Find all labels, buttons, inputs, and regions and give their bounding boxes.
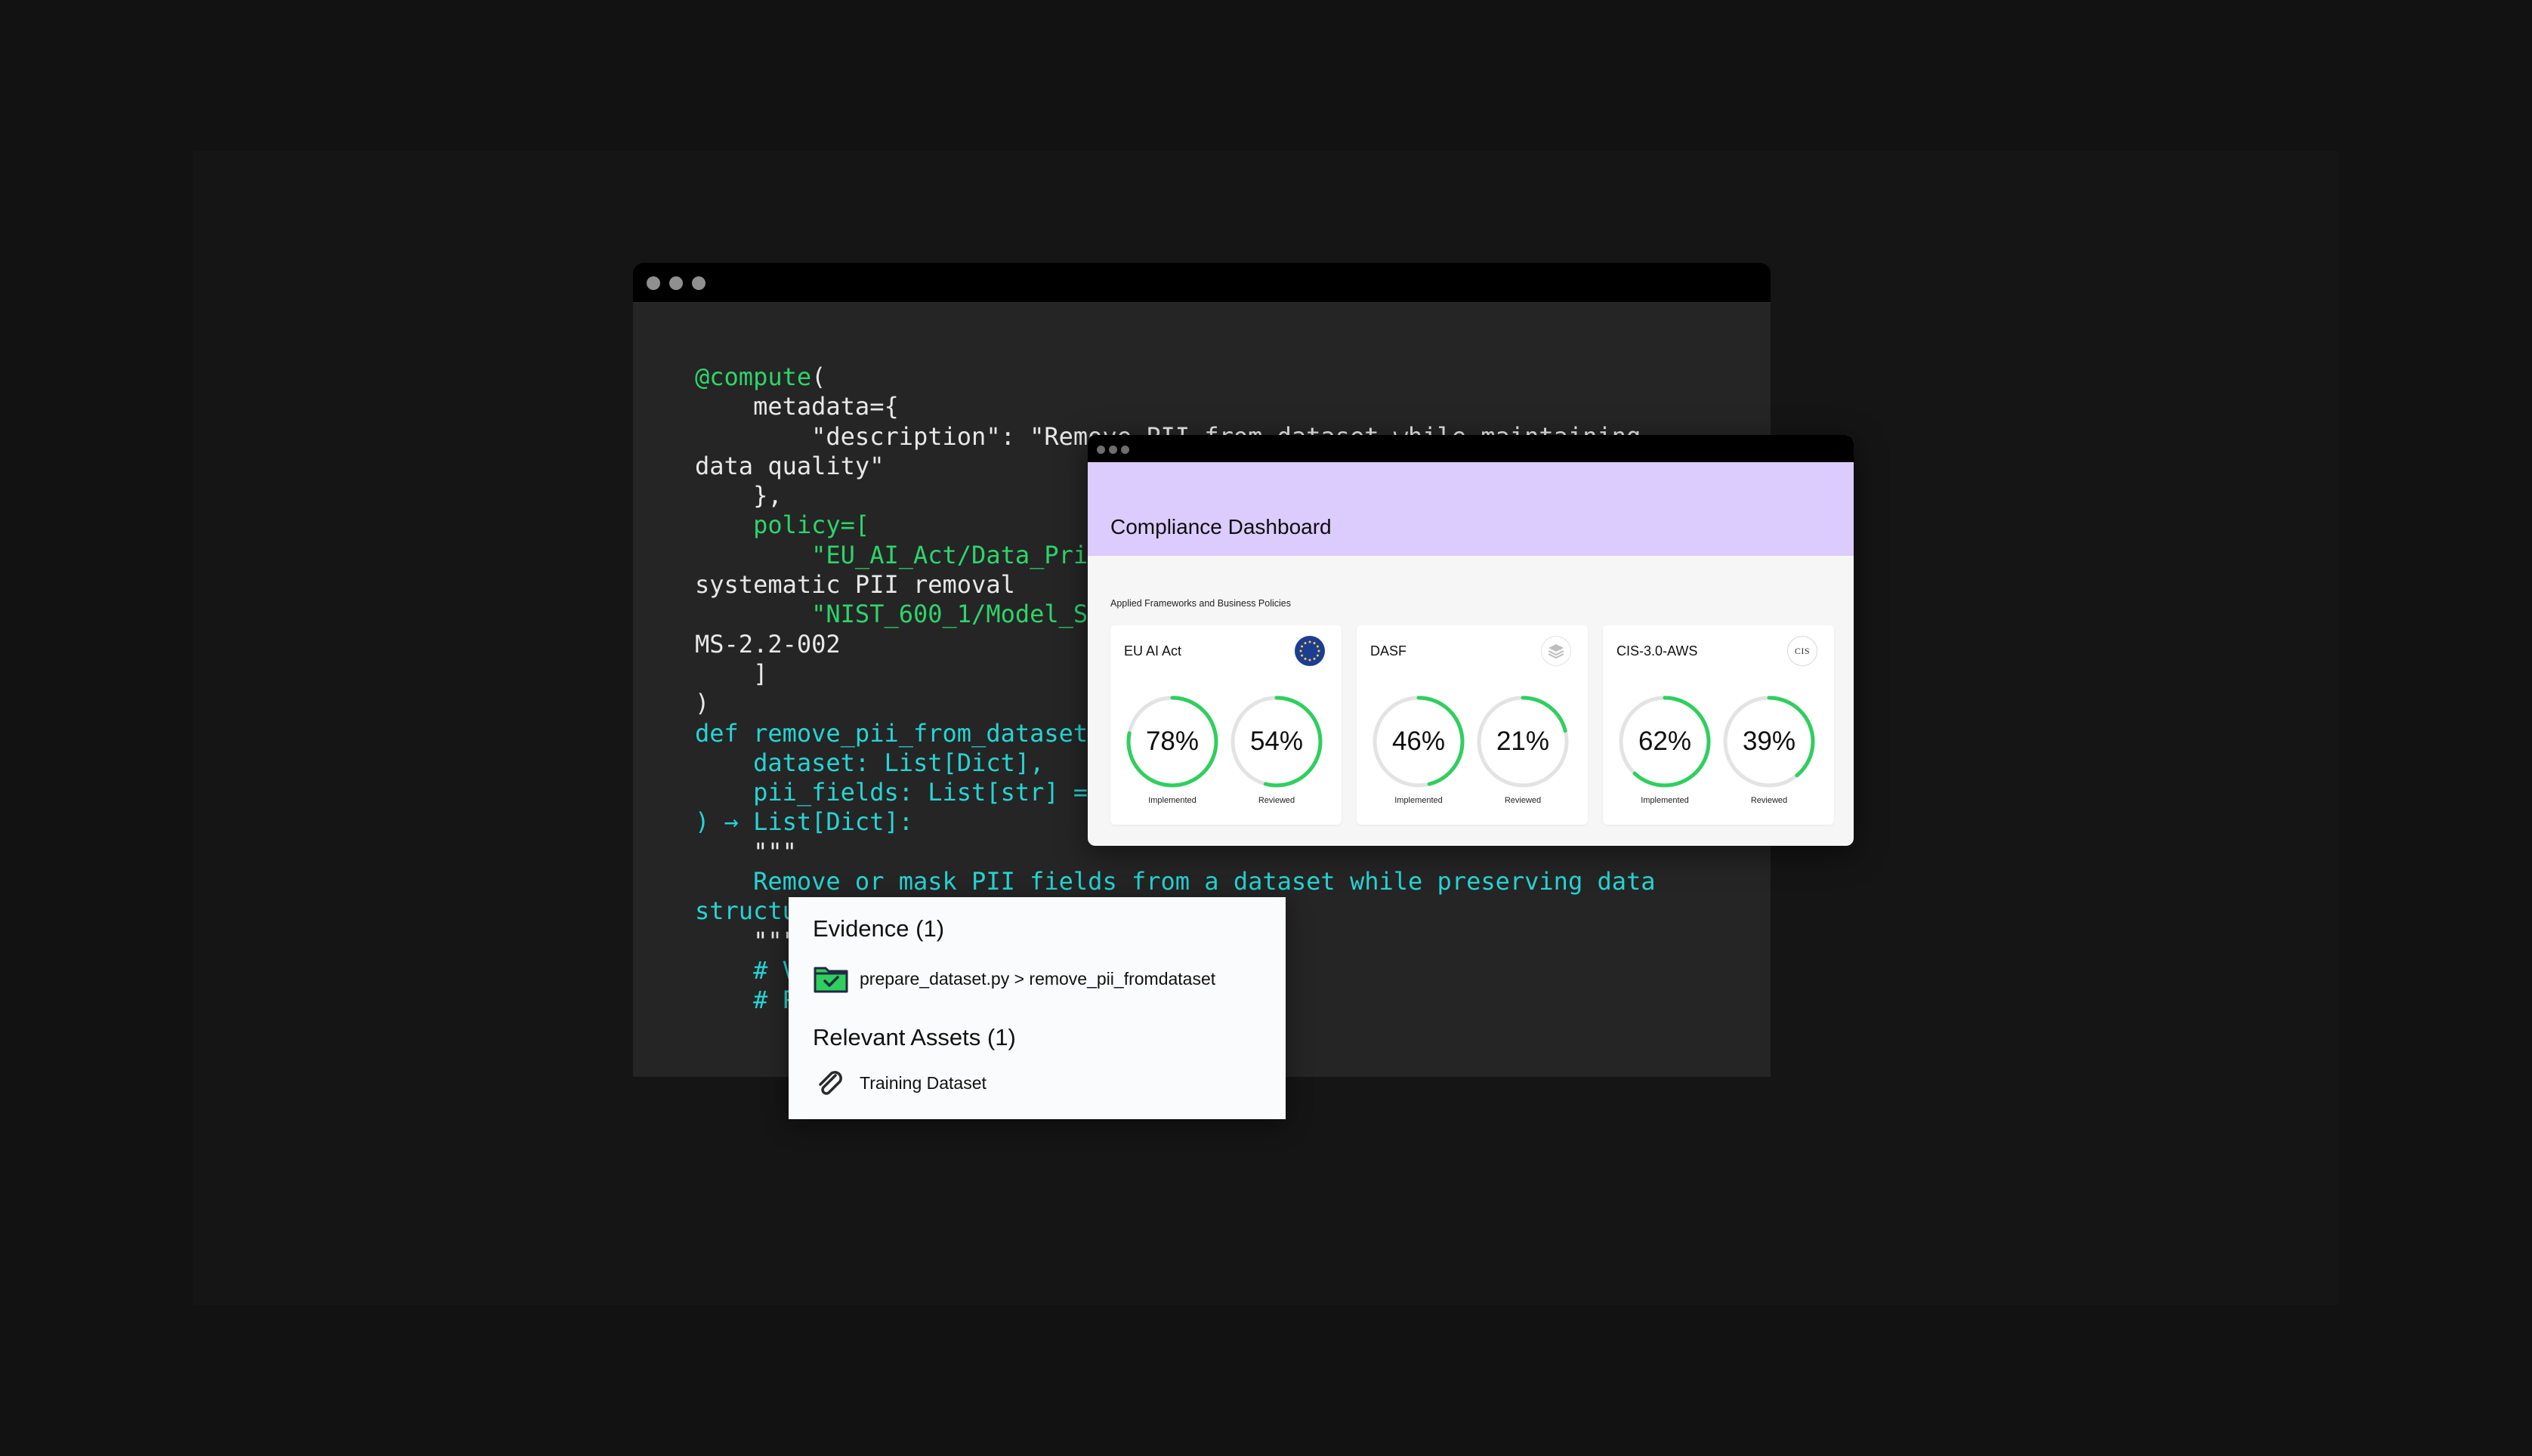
code-token: systematic PII removal <box>695 570 1015 600</box>
dashboard-title: Compliance Dashboard <box>1110 515 1332 538</box>
compliance-dashboard-window: Compliance Dashboard Applied Frameworks … <box>1088 435 1854 846</box>
code-line: metadata={ <box>695 392 1656 421</box>
code-token: }, <box>695 481 783 511</box>
code-line: Remove or mask PII fields from a dataset… <box>695 867 1656 896</box>
evidence-heading: Evidence (1) <box>813 915 945 942</box>
framework-card-dasf[interactable]: DASF 46% Implemented 21% Reviewed <box>1357 625 1588 825</box>
code-token: """ <box>695 926 797 955</box>
dashboard-maximize-dot[interactable] <box>1121 446 1129 454</box>
reviewed-gauge: 54% Reviewed <box>1228 693 1325 805</box>
asset-item[interactable]: Training Dataset <box>813 1068 987 1098</box>
implemented-gauge: 78% Implemented <box>1124 693 1221 805</box>
gauge-percent: 46% <box>1391 726 1446 756</box>
code-token: policy=[ <box>695 511 870 540</box>
gauge-percent: 21% <box>1496 726 1550 756</box>
gauge-label: Implemented <box>1394 796 1443 805</box>
dashboard-header: Compliance Dashboard <box>1088 462 1854 556</box>
implemented-gauge: 62% Implemented <box>1616 693 1713 805</box>
gauge-percent: 62% <box>1638 726 1692 756</box>
code-token: "EU_AI_Act/Data_Privacy <box>695 540 1147 569</box>
code-token: "NIST_600_1/Model_S <box>695 600 1088 629</box>
eu-flag-icon <box>1295 636 1325 666</box>
layers-icon <box>1541 636 1571 666</box>
window-close-dot[interactable] <box>647 276 660 290</box>
code-window-titlebar <box>633 263 1771 303</box>
evidence-panel: Evidence (1) prepare_dataset.py > remove… <box>789 897 1286 1119</box>
code-token: ] <box>695 659 768 688</box>
framework-name: EU AI Act <box>1124 643 1182 659</box>
dashboard-minimize-dot[interactable] <box>1109 446 1117 454</box>
framework-name: DASF <box>1370 643 1407 659</box>
code-token: MS-2.2-002 <box>695 629 841 659</box>
code-token: ( <box>811 362 826 391</box>
code-token: metadata={ <box>695 392 899 421</box>
framework-name: CIS-3.0-AWS <box>1616 643 1698 659</box>
dashboard-close-dot[interactable] <box>1097 446 1105 454</box>
cis-logo-icon: CIS <box>1787 636 1817 666</box>
asset-item-label: Training Dataset <box>860 1072 987 1093</box>
reviewed-gauge: 39% Reviewed <box>1721 693 1817 805</box>
window-minimize-dot[interactable] <box>669 276 683 290</box>
gauge-label: Reviewed <box>1258 796 1295 805</box>
relevant-assets-heading: Relevant Assets (1) <box>813 1024 1016 1050</box>
reviewed-gauge: 21% Reviewed <box>1474 693 1571 805</box>
framework-card-cis-aws[interactable]: CIS-3.0-AWS CIS 62% Implemented 39% Review… <box>1603 625 1834 825</box>
implemented-gauge: 46% Implemented <box>1370 693 1467 805</box>
gauge-percent: 54% <box>1249 726 1304 756</box>
evidence-item-label: prepare_dataset.py > remove_pii_fromdata… <box>860 968 1216 989</box>
gauge-percent: 78% <box>1145 726 1200 756</box>
code-line: @compute( <box>695 362 1656 392</box>
code-token: Remove or mask PII fields from a dataset… <box>695 867 1656 896</box>
gauge-label: Implemented <box>1641 796 1689 805</box>
gauge-label: Reviewed <box>1504 796 1542 805</box>
frameworks-subtitle: Applied Frameworks and Business Policies <box>1110 598 1291 609</box>
evidence-item[interactable]: prepare_dataset.py > remove_pii_fromdata… <box>813 964 1215 994</box>
gauge-label: Reviewed <box>1750 796 1788 805</box>
code-token: ) <box>695 689 710 718</box>
framework-card-eu-ai-act[interactable]: EU AI Act 78% Implemented 54% Reviewed <box>1110 625 1342 825</box>
gauge-label: Implemented <box>1148 796 1197 805</box>
code-token: dataset: List[Dict], <box>695 748 1045 777</box>
code-token: data quality" <box>695 451 885 480</box>
gauge-percent: 39% <box>1742 726 1796 756</box>
dashboard-titlebar <box>1088 435 1854 462</box>
paperclip-icon <box>813 1068 849 1098</box>
code-token: ) → List[Dict]: <box>695 807 913 837</box>
code-token: @compute <box>695 362 812 391</box>
code-token: """ <box>695 837 797 866</box>
code-token: def remove_pii_from_dataset( <box>695 718 1103 748</box>
folder-check-icon <box>813 964 849 994</box>
window-maximize-dot[interactable] <box>692 276 706 290</box>
